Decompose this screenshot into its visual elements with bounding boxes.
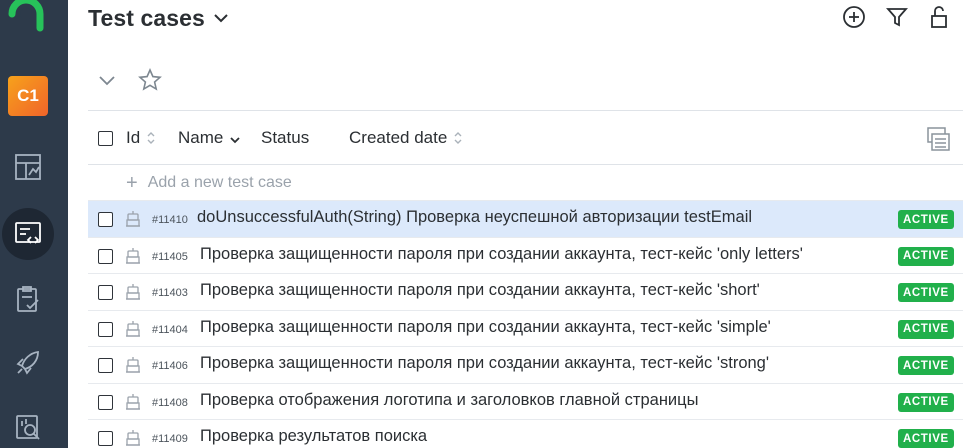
- add-button[interactable]: [841, 4, 867, 30]
- case-name[interactable]: Проверка защищенности пароля при создани…: [200, 281, 760, 300]
- table-row[interactable]: #11404 Проверка защищенности пароля при с…: [88, 311, 963, 347]
- chevron-down-icon: [214, 14, 228, 23]
- sidebar-item-analytics[interactable]: [0, 399, 56, 448]
- robot-icon: [125, 247, 141, 270]
- robot-icon: [125, 210, 141, 233]
- case-id: #11408: [152, 396, 188, 409]
- case-id: #11403: [152, 287, 188, 299]
- column-created-date[interactable]: Created date: [349, 128, 463, 148]
- column-status-label: Status: [261, 128, 310, 147]
- table-header: Id Name Status Created date: [88, 110, 963, 165]
- table-row[interactable]: #11409 Проверка результатов поиска ACTIVE: [88, 420, 963, 448]
- case-id: #11409: [152, 433, 188, 445]
- allure-logo-icon[interactable]: [8, 0, 48, 36]
- lock-button[interactable]: [926, 4, 952, 30]
- add-test-case-label: Add a new test case: [147, 173, 292, 191]
- table-body: #11410 doUnsuccessfulAuth(String) Проверк…: [88, 201, 963, 448]
- status-badge: ACTIVE: [898, 319, 954, 339]
- row-checkbox[interactable]: [98, 285, 113, 300]
- dashboard-icon: [15, 154, 41, 180]
- add-test-case-row[interactable]: + Add a new test case: [88, 165, 963, 201]
- column-created-date-label: Created date: [349, 128, 448, 147]
- status-badge: ACTIVE: [898, 283, 954, 302]
- column-id[interactable]: Id: [126, 128, 156, 148]
- columns-settings-icon[interactable]: [926, 126, 952, 157]
- test-cases-icon: [15, 222, 41, 244]
- case-id: #11410: [152, 214, 188, 226]
- sidebar-item-launches[interactable]: [0, 271, 56, 327]
- column-name[interactable]: Name: [178, 128, 241, 148]
- table-row[interactable]: #11405 Проверка защищенности пароля при с…: [88, 238, 963, 274]
- test-cases-table: Id Name Status Created date + Add a new …: [88, 110, 963, 448]
- row-checkbox[interactable]: [98, 321, 113, 337]
- filter-icon: [886, 8, 908, 27]
- lock-icon: [931, 6, 947, 28]
- column-status[interactable]: Status: [261, 128, 309, 148]
- chevron-down-icon[interactable]: [96, 69, 118, 91]
- page-title: Test cases: [88, 4, 205, 31]
- sidebar: C1: [0, 0, 68, 448]
- jobs-rocket-icon: [16, 350, 39, 375]
- sort-icon: [453, 130, 463, 146]
- case-name[interactable]: Проверка защищенности пароля при создани…: [200, 318, 771, 337]
- robot-icon: [125, 320, 141, 343]
- row-checkbox[interactable]: [98, 358, 113, 373]
- filter-button[interactable]: [884, 4, 910, 30]
- robot-icon: [125, 283, 141, 306]
- row-checkbox[interactable]: [98, 248, 113, 264]
- plus-icon: +: [126, 171, 138, 194]
- case-name[interactable]: Проверка защищенности пароля при создани…: [200, 354, 769, 373]
- case-name[interactable]: Проверка результатов поиска: [200, 427, 427, 446]
- table-row[interactable]: #11410 doUnsuccessfulAuth(String) Проверк…: [88, 201, 963, 238]
- star-icon[interactable]: [138, 68, 162, 92]
- case-id: #11406: [152, 360, 188, 372]
- status-badge: ACTIVE: [898, 429, 954, 448]
- status-badge: ACTIVE: [898, 356, 954, 375]
- case-name[interactable]: Проверка отображения логотипа и заголовк…: [200, 391, 698, 410]
- row-checkbox[interactable]: [98, 394, 113, 410]
- robot-icon: [125, 356, 141, 379]
- status-badge: ACTIVE: [898, 210, 954, 229]
- analytics-icon: [16, 415, 40, 440]
- sidebar-item-test-cases[interactable]: [0, 206, 56, 262]
- column-id-label: Id: [126, 128, 141, 147]
- sidebar-item-dashboards[interactable]: [0, 139, 56, 195]
- sidebar-item-jobs[interactable]: [0, 334, 56, 390]
- sort-icon: [146, 130, 156, 146]
- column-name-label: Name: [178, 128, 224, 147]
- case-id: #11404: [152, 323, 188, 336]
- case-name[interactable]: doUnsuccessfulAuth(String) Проверка неус…: [197, 208, 752, 227]
- launches-icon: [17, 286, 39, 312]
- project-badge[interactable]: C1: [8, 76, 48, 116]
- add-icon: [843, 6, 865, 28]
- status-badge: ACTIVE: [898, 246, 954, 266]
- sort-desc-icon: [229, 130, 241, 146]
- case-name[interactable]: Проверка защищенности пароля при создани…: [200, 245, 803, 264]
- robot-icon: [125, 429, 141, 448]
- status-badge: ACTIVE: [898, 392, 954, 412]
- table-row[interactable]: #11403 Проверка защищенности пароля при с…: [88, 274, 963, 311]
- robot-icon: [125, 393, 141, 416]
- tree-filter-bar: [96, 66, 162, 94]
- row-checkbox[interactable]: [98, 431, 113, 446]
- case-id: #11405: [152, 250, 188, 263]
- page-title-dropdown[interactable]: Test cases: [88, 4, 229, 32]
- table-row[interactable]: #11408 Проверка отображения логотипа и за…: [88, 384, 963, 420]
- select-all-checkbox[interactable]: [98, 131, 113, 146]
- row-checkbox[interactable]: [98, 212, 113, 227]
- table-row[interactable]: #11406 Проверка защищенности пароля при с…: [88, 347, 963, 384]
